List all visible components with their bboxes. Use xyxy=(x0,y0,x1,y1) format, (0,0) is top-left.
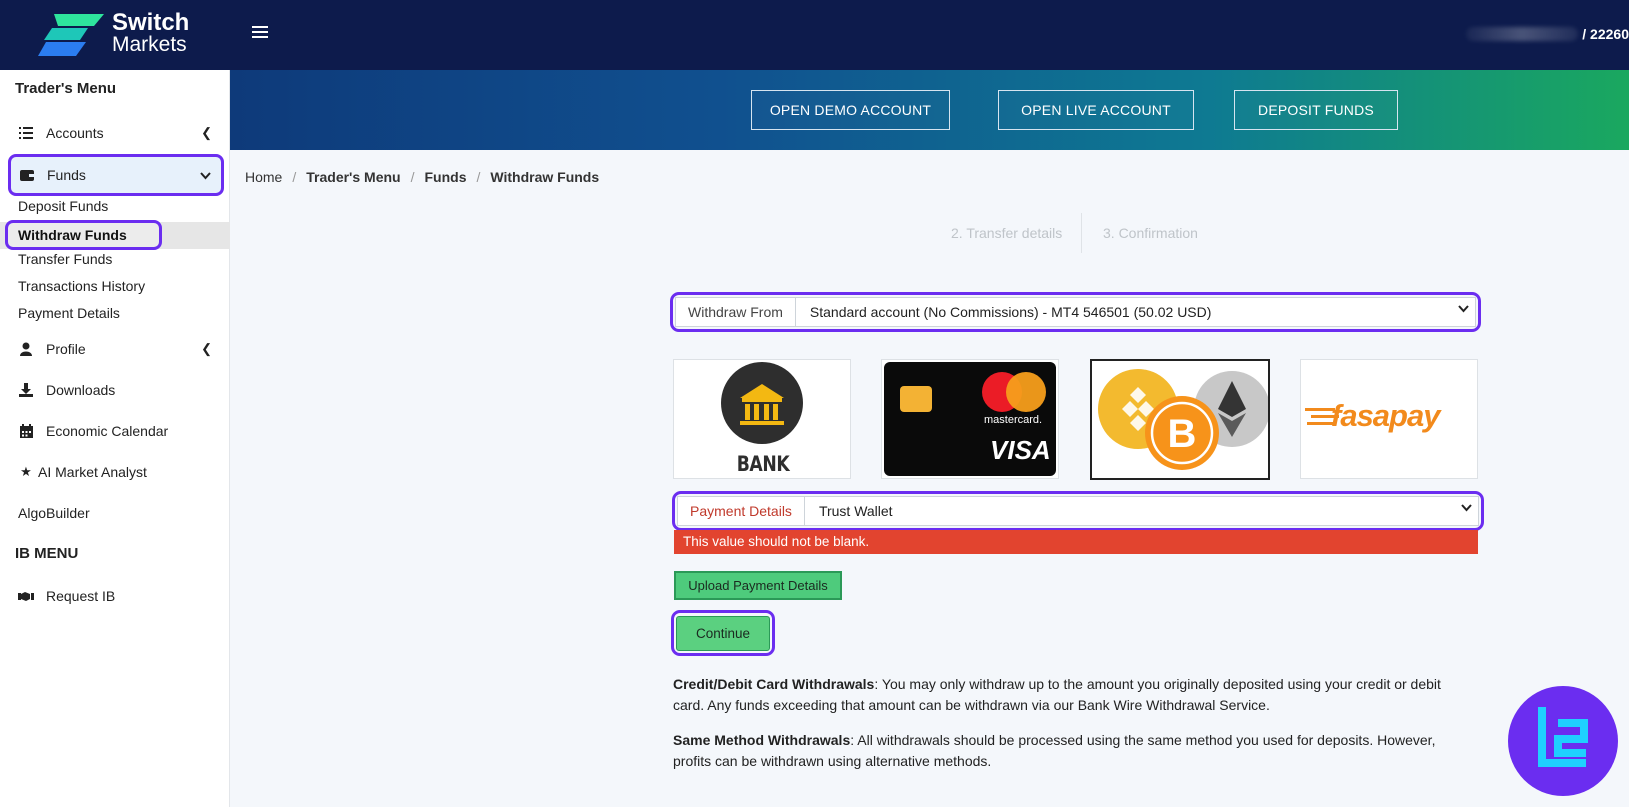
sidebar-item-accounts[interactable]: Accounts ❮ xyxy=(0,117,230,149)
chevron-left-icon: ❮ xyxy=(201,125,212,140)
breadcrumb-funds[interactable]: Funds xyxy=(425,169,467,185)
brand-line1: Switch xyxy=(112,9,190,36)
breadcrumb-separator: / xyxy=(476,169,481,185)
withdraw-from-field: Withdraw From Standard account (No Commi… xyxy=(675,297,1476,327)
step-confirmation: 3. Confirmation xyxy=(1103,225,1198,241)
withdraw-from-label: Withdraw From xyxy=(676,298,796,326)
same-method-notice: Same Method Withdrawals: All withdrawals… xyxy=(673,730,1453,772)
redacted-username xyxy=(1466,27,1579,41)
sidebar-item-label: Accounts xyxy=(46,125,104,141)
user-account-id[interactable]: / 22260 xyxy=(1466,26,1629,42)
crypto-method[interactable]: B xyxy=(1090,359,1270,480)
fasapay-method[interactable]: fasapay xyxy=(1300,359,1478,479)
breadcrumb: Home / Trader's Menu / Funds / Withdraw … xyxy=(245,169,599,185)
sidebar-item-algobuilder[interactable]: AlgoBuilder xyxy=(18,505,90,521)
sidebar-item-downloads[interactable]: Downloads xyxy=(0,374,230,406)
validation-error: This value should not be blank. xyxy=(674,530,1478,554)
withdraw-from-value: Standard account (No Commissions) - MT4 … xyxy=(809,304,1212,320)
sidebar-item-label: Economic Calendar xyxy=(46,423,169,439)
notice-title: Credit/Debit Card Withdrawals xyxy=(673,676,875,692)
card-image: mastercard. VISA xyxy=(884,362,1056,476)
ib-menu-title: IB MENU xyxy=(15,545,79,562)
sidebar-item-label: Downloads xyxy=(46,382,116,398)
payment-details-label: Payment Details xyxy=(678,497,805,525)
download-icon xyxy=(18,382,34,398)
sidebar-item-economic-calendar[interactable]: Economic Calendar xyxy=(0,415,230,447)
account-id-text: / 22260 xyxy=(1582,26,1629,42)
chevron-down-icon xyxy=(1458,304,1469,316)
sidebar-item-label: Profile xyxy=(46,341,86,357)
upload-payment-details-button[interactable]: Upload Payment Details xyxy=(674,571,842,600)
bank-transfer-method[interactable]: BANK TRANSFER xyxy=(673,359,851,479)
sidebar-item-request-ib[interactable]: Request IB xyxy=(0,580,230,612)
fasapay-logo: fasapay xyxy=(1331,398,1440,433)
sidebar-item-profile[interactable]: Profile ❮ xyxy=(0,333,230,365)
sidebar-subitem-withdraw-funds[interactable]: Withdraw Funds xyxy=(5,220,162,250)
sidebar-item-label: Funds xyxy=(47,167,86,183)
sidebar-subitem-payment-details[interactable]: Payment Details xyxy=(18,305,120,321)
chevron-down-icon xyxy=(200,168,211,183)
breadcrumb-home[interactable]: Home xyxy=(245,169,282,185)
sidebar: Trader's Menu Accounts ❮ Funds Deposit F… xyxy=(0,70,230,807)
bank-transfer-label: BANK TRANSFER xyxy=(714,452,813,478)
visa-label: VISA xyxy=(990,435,1051,465)
calendar-icon xyxy=(18,423,34,439)
brand-line2: Markets xyxy=(112,33,187,56)
chevron-down-icon xyxy=(1461,503,1472,515)
hamburger-menu-icon[interactable] xyxy=(252,26,268,40)
switch-markets-logo[interactable]: Switch Markets xyxy=(38,9,198,58)
payment-details-value: Trust Wallet xyxy=(818,503,893,519)
breadcrumb-separator: / xyxy=(410,169,415,185)
chevron-left-icon: ❮ xyxy=(201,341,212,356)
open-demo-account-button[interactable]: OPEN DEMO ACCOUNT xyxy=(751,90,950,130)
sidebar-subitem-deposit-funds[interactable]: Deposit Funds xyxy=(18,198,108,214)
breadcrumb-separator: / xyxy=(292,169,297,185)
withdraw-from-select[interactable]: Standard account (No Commissions) - MT4 … xyxy=(796,298,1475,326)
list-icon xyxy=(18,125,34,141)
action-banner: OPEN DEMO ACCOUNT OPEN LIVE ACCOUNT DEPO… xyxy=(230,70,1629,150)
sidebar-item-funds[interactable]: Funds xyxy=(8,154,224,196)
sidebar-subitem-transactions-history[interactable]: Transactions History xyxy=(18,278,145,294)
sidebar-subitem-transfer-funds[interactable]: Transfer Funds xyxy=(18,251,112,267)
card-withdrawal-notice: Credit/Debit Card Withdrawals: You may o… xyxy=(673,674,1453,716)
breadcrumb-traders-menu[interactable]: Trader's Menu xyxy=(306,169,400,185)
step-divider xyxy=(1081,213,1082,253)
logo-mark-icon xyxy=(38,14,104,56)
crypto-coins-icon: B xyxy=(1098,369,1268,470)
notice-title: Same Method Withdrawals xyxy=(673,732,851,748)
continue-button[interactable]: Continue xyxy=(676,616,770,651)
breadcrumb-current: Withdraw Funds xyxy=(490,169,600,185)
star-icon: ★ xyxy=(20,464,32,479)
deposit-funds-button[interactable]: DEPOSIT FUNDS xyxy=(1234,90,1398,130)
mastercard-logo-icon xyxy=(982,372,1046,412)
sidebar-item-label: Request IB xyxy=(46,588,116,604)
top-bar: Switch Markets / 22260 xyxy=(0,0,1629,70)
sidebar-item-ai-market-analyst[interactable]: ★ AI Market Analyst xyxy=(0,456,230,488)
svg-text:B: B xyxy=(1168,412,1197,456)
sidebar-item-label: AI Market Analyst xyxy=(38,464,147,480)
open-live-account-button[interactable]: OPEN LIVE ACCOUNT xyxy=(998,90,1194,130)
traders-menu-title: Trader's Menu xyxy=(15,80,117,97)
step-transfer-details: 2. Transfer details xyxy=(951,225,1063,241)
payment-details-field: Payment Details Trust Wallet xyxy=(677,496,1479,526)
payment-details-select[interactable]: Trust Wallet xyxy=(805,497,1478,525)
card-method[interactable]: mastercard. VISA xyxy=(881,359,1059,479)
watermark-logo xyxy=(1508,686,1618,796)
handshake-icon xyxy=(18,588,34,604)
wallet-icon xyxy=(19,167,35,183)
watermark-icon xyxy=(1538,707,1588,767)
user-icon xyxy=(18,341,34,357)
mastercard-label: mastercard. xyxy=(984,414,1043,426)
card-chip-icon xyxy=(900,386,932,412)
